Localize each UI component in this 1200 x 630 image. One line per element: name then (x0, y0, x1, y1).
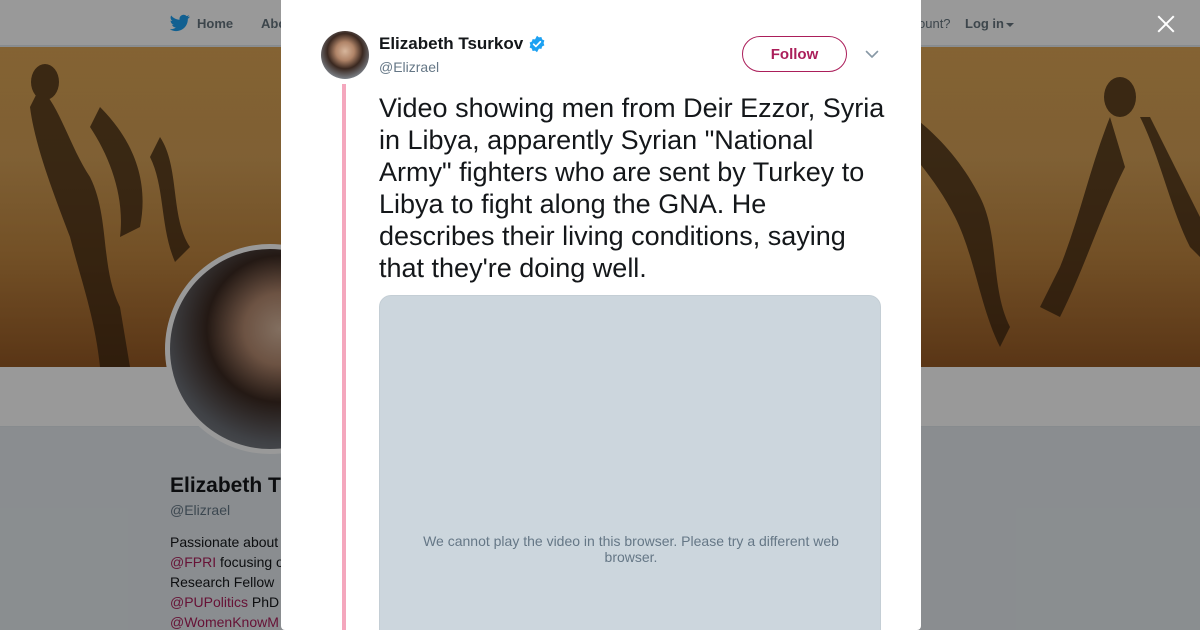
tweet-modal: Elizabeth Tsurkov @Elizrael Follow Video… (281, 0, 921, 630)
follow-button[interactable]: Follow (742, 36, 847, 72)
tweet-author-name-row[interactable]: Elizabeth Tsurkov (379, 34, 546, 54)
tweet-author-avatar[interactable] (321, 31, 369, 79)
verified-badge-icon (529, 35, 545, 53)
video-error-message: We cannot play the video in this browser… (423, 533, 839, 565)
close-icon[interactable] (1154, 12, 1178, 36)
video-player[interactable]: We cannot play the video in this browser… (379, 295, 881, 630)
tweet-author-name: Elizabeth Tsurkov (379, 34, 524, 53)
thread-line (342, 84, 346, 630)
chevron-down-icon[interactable] (865, 47, 879, 61)
tweet-text: Video showing men from Deir Ezzor, Syria… (379, 93, 885, 283)
tweet-author-handle[interactable]: @Elizrael (379, 59, 439, 75)
